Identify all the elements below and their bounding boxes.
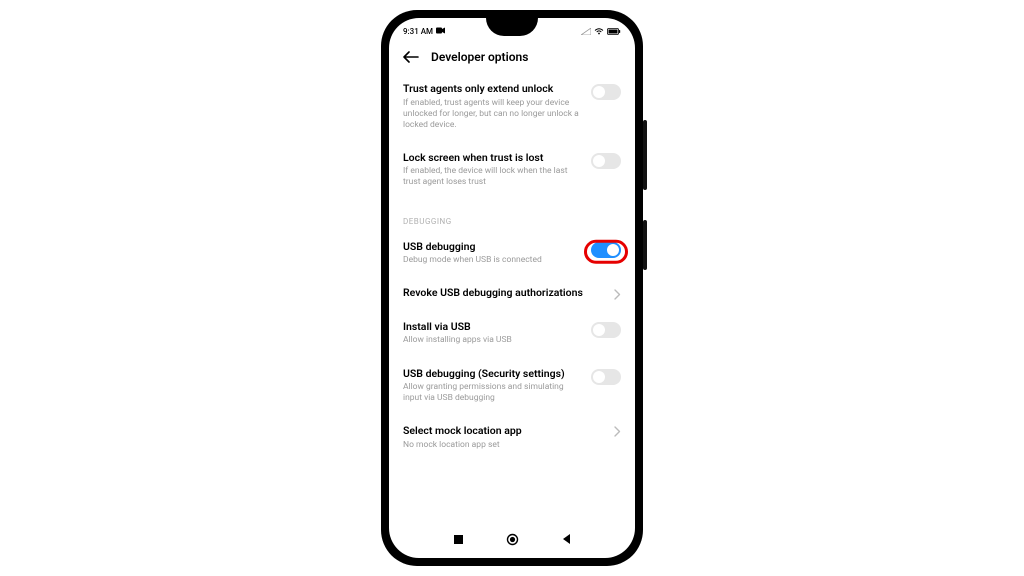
chevron-right-icon (614, 426, 621, 437)
toggle-install-via-usb[interactable] (591, 322, 621, 338)
app-bar: Developer options (389, 40, 635, 72)
video-icon (436, 27, 446, 36)
signal-icon (581, 28, 591, 35)
row-trust-agents-extend-unlock[interactable]: Trust agents only extend unlock If enabl… (403, 72, 621, 141)
row-usb-debugging-security[interactable]: USB debugging (Security settings) Allow … (403, 357, 621, 415)
toggle-lock-trust-lost[interactable] (591, 153, 621, 169)
row-subtitle: Allow installing apps via USB (403, 335, 583, 346)
row-title: Select mock location app (403, 424, 606, 438)
row-subtitle: Debug mode when USB is connected (403, 255, 583, 266)
phone-screen: 9:31 AM Developer optio (389, 18, 635, 558)
row-subtitle: No mock location app set (403, 440, 606, 451)
nav-back-icon[interactable] (561, 533, 572, 545)
row-revoke-usb-auth[interactable]: Revoke USB debugging authorizations (403, 276, 621, 310)
toggle-trust-agents[interactable] (591, 84, 621, 100)
status-time: 9:31 AM (403, 27, 433, 36)
chevron-right-icon (614, 289, 621, 300)
nav-recent-icon[interactable] (453, 534, 464, 545)
row-subtitle: If enabled, trust agents will keep your … (403, 98, 583, 131)
navigation-bar (389, 524, 635, 554)
row-usb-debugging[interactable]: USB debugging Debug mode when USB is con… (403, 230, 621, 277)
row-lock-screen-trust-lost[interactable]: Lock screen when trust is lost If enable… (403, 141, 621, 199)
row-subtitle: Allow granting permissions and simulatin… (403, 382, 583, 404)
phone-frame: 9:31 AM Developer optio (381, 10, 643, 566)
row-subtitle: If enabled, the device will lock when th… (403, 166, 583, 188)
wifi-icon (594, 28, 604, 35)
power-button[interactable] (643, 220, 647, 270)
page-title: Developer options (431, 50, 528, 64)
volume-button[interactable] (643, 120, 647, 190)
row-title: Lock screen when trust is lost (403, 151, 583, 165)
toggle-usb-debugging-security[interactable] (591, 369, 621, 385)
toggle-usb-debugging[interactable] (591, 242, 621, 258)
nav-home-icon[interactable] (506, 533, 519, 546)
row-title: Revoke USB debugging authorizations (403, 286, 606, 300)
row-title: Install via USB (403, 320, 583, 334)
row-title: USB debugging (403, 240, 583, 254)
battery-icon (607, 28, 621, 35)
row-install-via-usb[interactable]: Install via USB Allow installing apps vi… (403, 310, 621, 357)
settings-list[interactable]: Trust agents only extend unlock If enabl… (389, 72, 635, 461)
row-title: USB debugging (Security settings) (403, 367, 583, 381)
row-select-mock-location[interactable]: Select mock location app No mock locatio… (403, 414, 621, 461)
row-title: Trust agents only extend unlock (403, 82, 583, 96)
back-arrow-icon[interactable] (403, 51, 419, 63)
section-header-debugging: DEBUGGING (403, 199, 621, 230)
